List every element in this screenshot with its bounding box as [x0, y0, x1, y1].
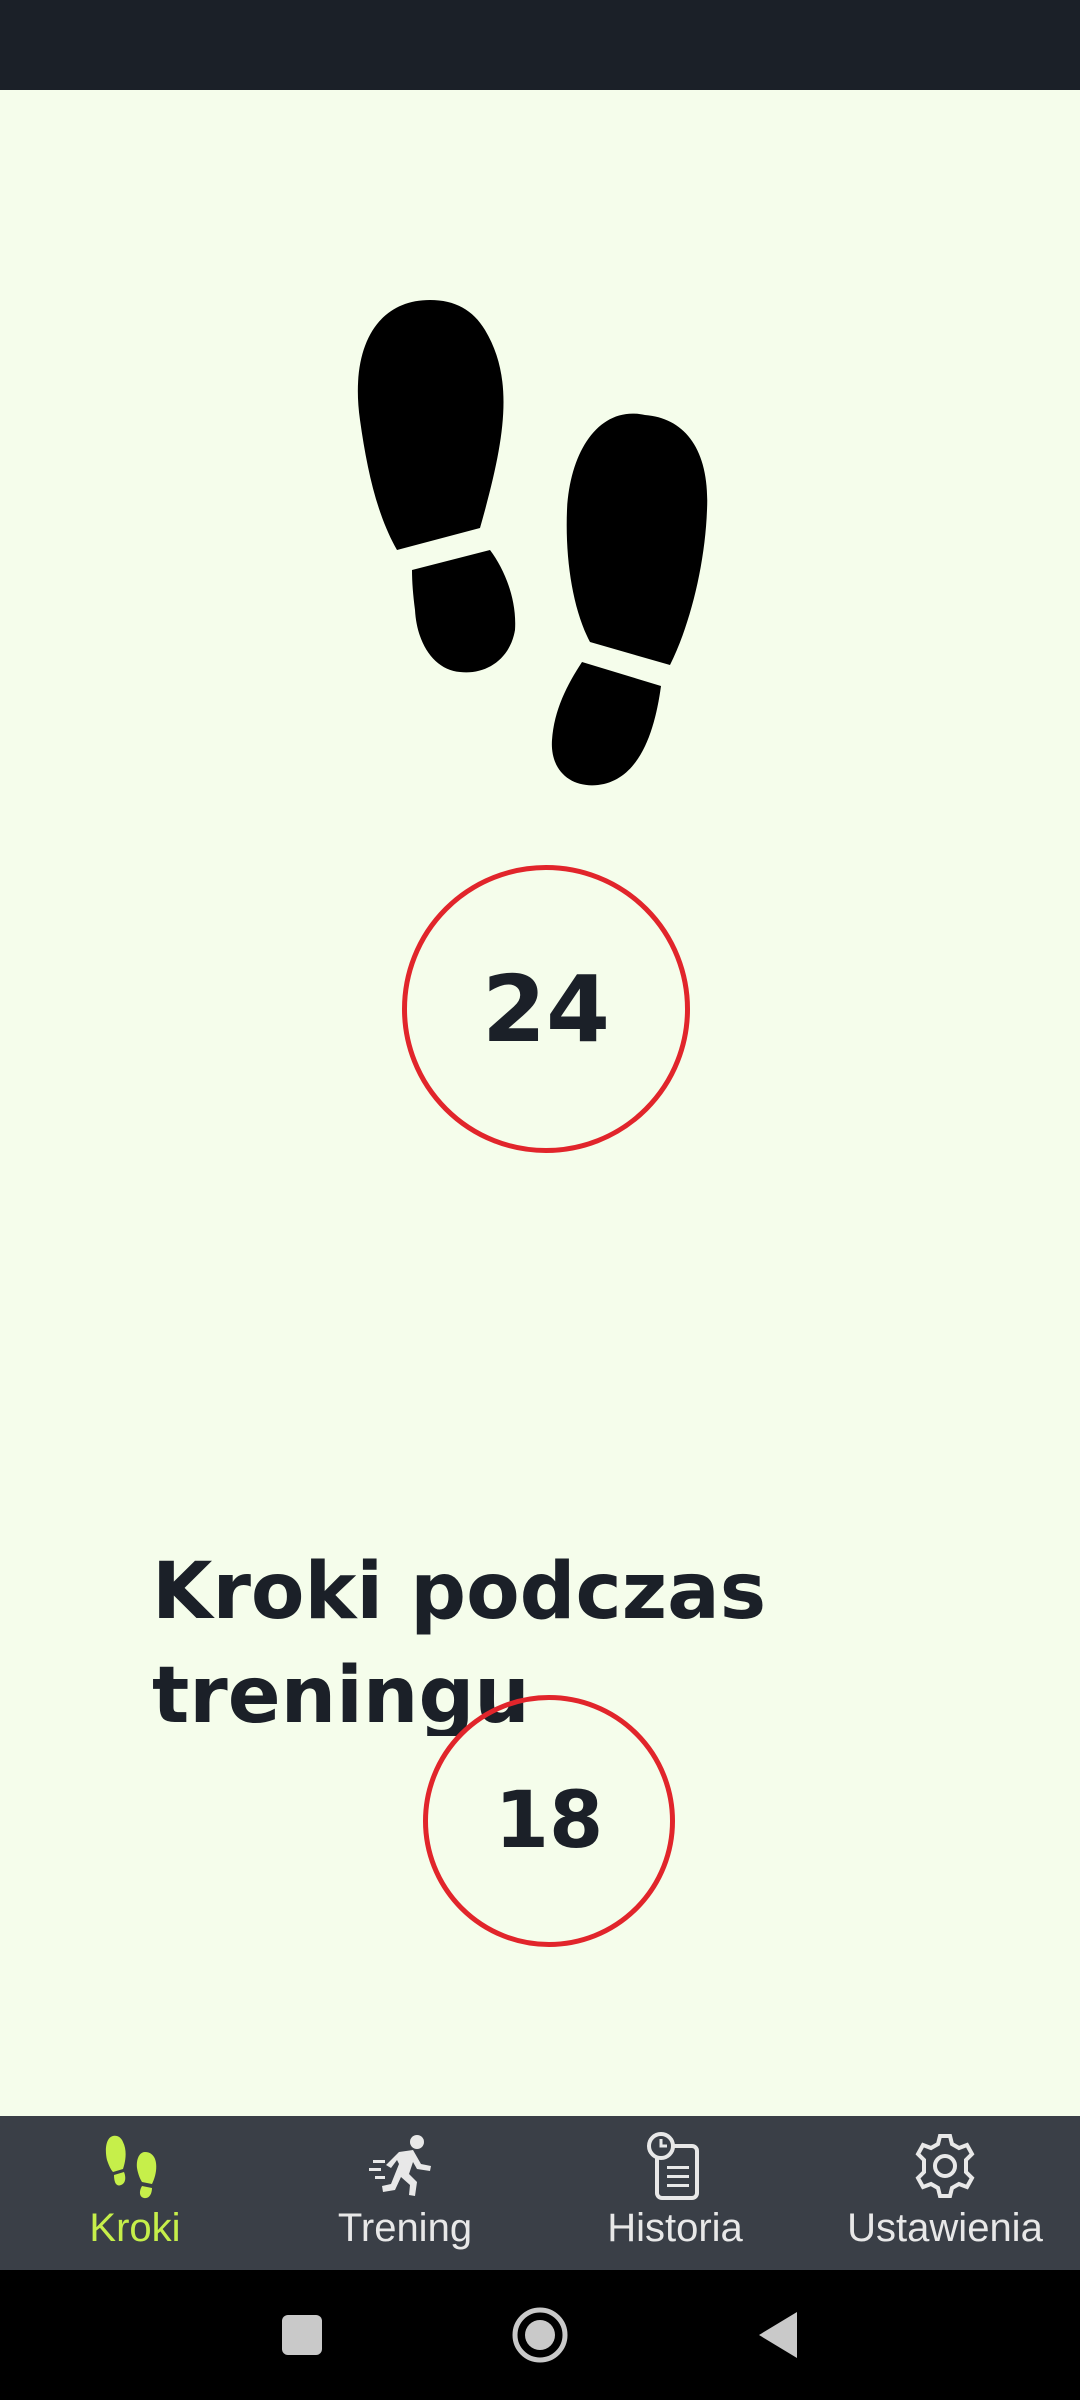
triangle-back-icon — [759, 2312, 797, 2358]
total-steps-value: 24 — [481, 955, 611, 1063]
nav-label-kroki: Kroki — [89, 2206, 181, 2250]
training-steps-counter: 18 — [423, 1695, 675, 1947]
system-navigation-bar — [0, 2270, 1080, 2400]
back-button[interactable] — [738, 2295, 818, 2375]
home-button[interactable] — [500, 2295, 580, 2375]
nav-label-trening: Trening — [337, 2206, 473, 2250]
status-bar — [0, 0, 1080, 90]
bottom-navigation: Kroki Trening Historia Ustawienia — [0, 2116, 1080, 2270]
gear-icon — [915, 2134, 975, 2198]
nav-item-kroki[interactable]: Kroki — [0, 2116, 270, 2270]
recents-button[interactable] — [262, 2295, 342, 2375]
nav-label-historia: Historia — [607, 2206, 743, 2250]
nav-label-ustawienia: Ustawienia — [847, 2206, 1043, 2250]
circle-home-icon — [512, 2307, 568, 2363]
footprints-icon — [355, 290, 735, 800]
footsteps-icon — [105, 2135, 157, 2199]
nav-item-trening[interactable]: Trening — [270, 2116, 540, 2270]
square-recents-icon — [282, 2315, 322, 2355]
nav-item-historia[interactable]: Historia — [540, 2116, 810, 2270]
total-steps-counter: 24 — [402, 865, 690, 1153]
running-person-icon — [369, 2135, 431, 2196]
nav-item-ustawienia[interactable]: Ustawienia — [810, 2116, 1080, 2270]
training-steps-value: 18 — [494, 1776, 604, 1866]
history-clipboard-icon — [647, 2132, 699, 2200]
